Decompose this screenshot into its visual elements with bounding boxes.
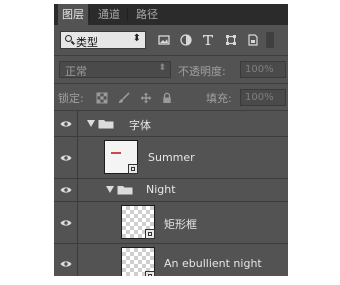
- eye-icon: [60, 187, 72, 193]
- shape-filter-icon[interactable]: [225, 34, 237, 46]
- image-filter-icon[interactable]: [158, 34, 170, 46]
- fill-label: 填充:: [206, 92, 232, 105]
- eye-icon: [60, 154, 72, 161]
- folder-icon: [98, 119, 114, 128]
- layer-row-group-night[interactable]: Night: [54, 179, 288, 202]
- filter-toggle-switch[interactable]: [266, 32, 274, 48]
- layer-row-rectangle-frame[interactable]: 矩形框: [54, 202, 288, 244]
- expand-caret-icon[interactable]: [87, 119, 95, 127]
- lock-move-icon[interactable]: [140, 92, 152, 104]
- tab-divider: [127, 9, 128, 20]
- smart-object-badge-icon: [145, 271, 155, 276]
- opacity-label: 不透明度:: [178, 65, 226, 78]
- tab-channels[interactable]: 通道: [92, 4, 126, 25]
- eye-icon: [60, 219, 72, 226]
- tab-divider: [89, 9, 90, 20]
- blend-mode-label: 正常: [65, 65, 87, 78]
- lock-label: 锁定:: [58, 92, 84, 105]
- smart-object-filter-icon[interactable]: [247, 34, 259, 46]
- visibility-toggle[interactable]: [54, 137, 78, 178]
- panel-tab-bar: 图层 通道 路径: [54, 4, 288, 25]
- layer-thumbnail: [121, 247, 155, 276]
- updown-arrows-icon: ⬍: [158, 63, 166, 73]
- updown-arrows-icon: ⬍: [132, 33, 141, 44]
- search-icon: [65, 35, 72, 42]
- text-preview-mark: [111, 152, 121, 154]
- layer-thumbnail: [121, 205, 155, 239]
- layer-name: Night: [146, 183, 176, 196]
- filter-row: 类型 ⬍: [54, 26, 288, 56]
- folder-icon: [117, 186, 133, 195]
- type-filter-icon[interactable]: [202, 34, 214, 46]
- adjustment-filter-icon[interactable]: [180, 34, 192, 46]
- smart-object-badge-icon: [128, 164, 138, 174]
- lock-transparent-icon[interactable]: [96, 92, 108, 104]
- expand-caret-icon[interactable]: [106, 186, 114, 193]
- fill-value: 100%: [245, 92, 274, 103]
- eye-icon: [60, 120, 72, 127]
- lock-all-icon[interactable]: [161, 92, 173, 104]
- blend-row: 正常 ⬍ 不透明度: 100%: [54, 56, 288, 84]
- tab-paths[interactable]: 路径: [130, 4, 164, 25]
- layer-name: 字体: [129, 118, 151, 132]
- eye-icon: [60, 261, 72, 267]
- lock-row: 锁定: 填充: 100%: [54, 84, 288, 111]
- layer-row-group-font[interactable]: 字体: [54, 111, 288, 137]
- fill-field[interactable]: 100%: [240, 89, 286, 106]
- filter-kind-select[interactable]: 类型 ⬍: [60, 31, 146, 49]
- layers-panel: 图层 通道 路径 类型 ⬍ 正常 ⬍ 不透明度: 100% 锁定: 填充: 10…: [54, 4, 288, 276]
- lock-brush-icon[interactable]: [118, 92, 130, 104]
- visibility-toggle[interactable]: [54, 179, 78, 201]
- blend-mode-select[interactable]: 正常 ⬍: [59, 61, 171, 78]
- filter-kind-label: 类型: [76, 36, 98, 49]
- visibility-toggle[interactable]: [54, 111, 78, 136]
- layer-name: An ebullient night: [164, 257, 262, 270]
- opacity-field[interactable]: 100%: [240, 61, 286, 78]
- layer-thumbnail: [104, 140, 138, 174]
- layer-name: 矩形框: [164, 217, 197, 231]
- opacity-value: 100%: [245, 64, 274, 75]
- visibility-toggle[interactable]: [54, 202, 78, 243]
- layer-row-summer[interactable]: Summer: [54, 137, 288, 179]
- layer-name: Summer: [148, 150, 195, 164]
- layer-row-ebullient-night[interactable]: An ebullient night: [54, 244, 288, 276]
- tab-layers[interactable]: 图层: [58, 4, 88, 25]
- visibility-toggle[interactable]: [54, 244, 78, 276]
- smart-object-badge-icon: [145, 229, 155, 239]
